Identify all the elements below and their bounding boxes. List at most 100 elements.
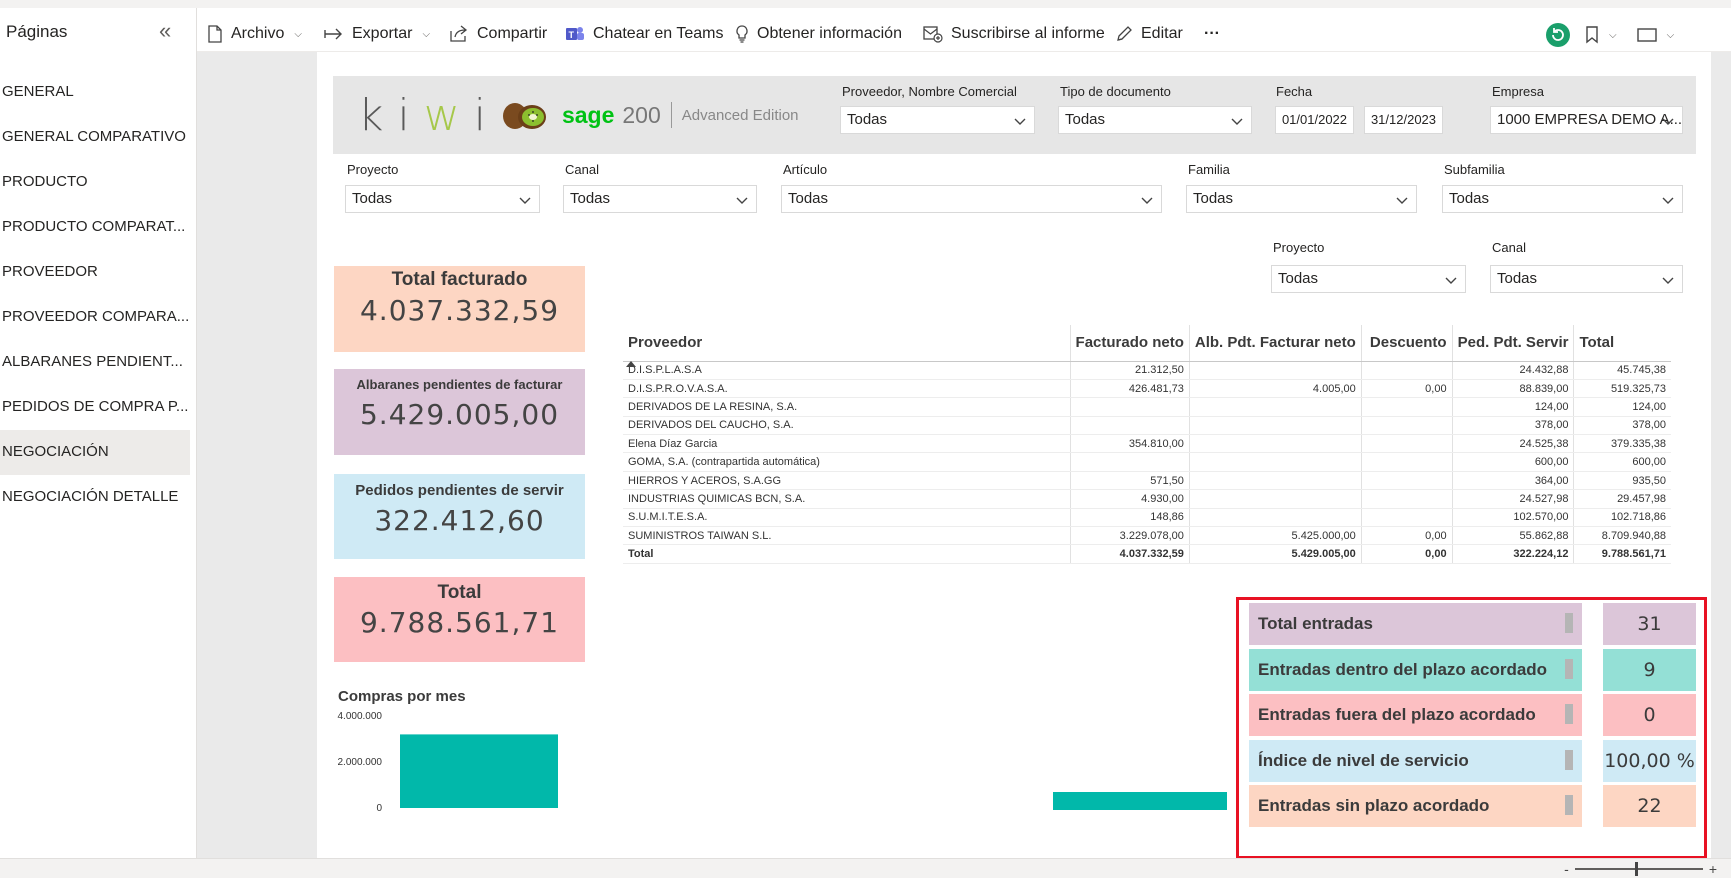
empresa-dropdown[interactable]: 1000 EMPRESA DEMO A... [1490, 106, 1683, 134]
kpi-value: 9.788.561,71 [359, 606, 560, 639]
column-header-ped-pdt-servir[interactable]: Ped. Pdt. Servir [1451, 325, 1574, 362]
canal-label-2: Canal [1492, 240, 1526, 255]
table-cell-value [1069, 416, 1190, 436]
stat-label: Índice de nivel de servicio [1249, 740, 1582, 782]
chevron-down-icon[interactable]: ⌵ [1609, 30, 1617, 41]
compras-por-mes-chart: 4.000.000 2.000.000 0 [338, 711, 558, 814]
proyecto-dropdown-2[interactable]: Todas [1271, 265, 1466, 293]
table-row: S.U.M.I.T.E.S.A. 148,86 102.570,00 102.718,… [623, 508, 1671, 528]
more-options-icon[interactable]: ··· [1204, 22, 1220, 46]
suscribirse-label: Suscribirse al informe [951, 25, 1105, 42]
sage-brand-word: sage [561, 101, 615, 128]
chevron-down-icon: ⌵ [294, 28, 302, 40]
chevron-down-icon [1662, 118, 1674, 125]
chevron-down-icon[interactable]: ⌵ [1667, 30, 1675, 41]
table-cell-value: 426.481,73 [1069, 379, 1190, 399]
exportar-label: Exportar [352, 25, 413, 42]
page-producto-comparativo[interactable]: PRODUCTO COMPARAT... [0, 205, 190, 250]
subfamilia-label: Subfamilia [1444, 162, 1505, 177]
column-header-total[interactable]: Total [1573, 325, 1671, 362]
articulo-dropdown[interactable]: Todas [781, 185, 1162, 213]
table-cell-value: 45.745,38 [1573, 361, 1671, 380]
obtener-informacion-button[interactable]: Obtener información [735, 22, 902, 46]
status-bar: - + [0, 858, 1731, 878]
table-cell-value: 378,00 [1451, 416, 1574, 436]
tipo-documento-dropdown[interactable]: Todas [1058, 106, 1252, 134]
table-row: DERIVADOS DE LA RESINA, S.A. 124,00 124,00 [623, 397, 1671, 417]
table-cell-value: 5.429.005,00 [1188, 544, 1362, 564]
reset-icon[interactable] [1545, 22, 1571, 48]
collapse-pane-icon[interactable]: « [159, 18, 171, 44]
zoom-out-button[interactable]: - [1564, 861, 1569, 877]
canal-dropdown-2[interactable]: Todas [1490, 265, 1683, 293]
table-cell-proveedor: INDUSTRIAS QUIMICAS BCN, S.A. [623, 489, 1071, 509]
proveedor-dropdown[interactable]: Todas [840, 106, 1035, 134]
teams-chat-button[interactable]: T Chatear en Teams [565, 22, 723, 46]
compartir-label: Compartir [477, 25, 548, 42]
stat-bar-marker [1565, 795, 1573, 815]
page-general[interactable]: GENERAL [0, 70, 190, 115]
share-icon [450, 25, 468, 42]
fecha-hasta-input[interactable]: 31/12/2023 [1364, 106, 1443, 134]
exportar-menu[interactable]: Exportar ⌵ [324, 22, 430, 46]
table-cell-value [1360, 489, 1453, 509]
page-negociacion-detalle[interactable]: NEGOCIACIÓN DETALLE [0, 475, 190, 520]
canal-dropdown[interactable]: Todas [563, 185, 757, 213]
table-cell-value: 124,00 [1451, 397, 1574, 417]
column-header-facturado-neto[interactable]: Facturado neto [1069, 325, 1190, 362]
chevron-down-icon: ⌵ [422, 28, 431, 40]
stat-label: Entradas dentro del plazo acordado [1249, 649, 1582, 691]
table-cell-value: 24.432,88 [1451, 361, 1574, 380]
stat-bar-marker [1565, 750, 1573, 770]
sidebar-top-strip [0, 0, 197, 8]
page-proveedor[interactable]: PROVEEDOR [0, 250, 190, 295]
page-negociacion[interactable]: NEGOCIACIÓN [0, 430, 190, 475]
pages-title: Páginas [6, 22, 68, 41]
fecha-label: Fecha [1276, 84, 1313, 99]
zoom-slider[interactable] [1574, 862, 1703, 876]
page-proveedor-comparativo[interactable]: PROVEEDOR COMPARA... [0, 295, 190, 340]
kpi-title: Total [437, 582, 482, 603]
zoom-control: - + [1564, 861, 1717, 877]
stat-label: Total entradas [1249, 603, 1582, 645]
chart-bar[interactable] [400, 734, 558, 808]
column-header-descuento[interactable]: Descuento [1360, 325, 1453, 362]
page-general-comparativo[interactable]: GENERAL COMPARATIVO [0, 115, 190, 160]
column-header-alb-pdt-facturar[interactable]: Alb. Pdt. Facturar neto [1188, 325, 1362, 362]
table-row: D.I.S.P.R.O.V.A.S.A. 426.481,73 4.005,00 0,… [623, 379, 1671, 399]
table-cell-value: 600,00 [1573, 452, 1671, 472]
familia-label: Familia [1188, 162, 1230, 177]
fecha-desde-input[interactable]: 01/01/2022 [1275, 106, 1354, 134]
table-cell-proveedor: Total [623, 544, 1071, 564]
table-cell-value: 571,50 [1069, 471, 1190, 491]
proyecto-label-2: Proyecto [1273, 240, 1325, 255]
articulo-label: Artículo [783, 162, 828, 177]
table-cell-value: 354.810,00 [1069, 434, 1190, 454]
familia-dropdown[interactable]: Todas [1186, 185, 1417, 213]
report-toolbar: Archivo ⌵ Exportar ⌵ Compartir T Chatear… [197, 0, 1731, 52]
view-mode-icon[interactable] [1636, 27, 1657, 43]
page-albaranes-pendientes[interactable]: ALBARANES PENDIENT... [0, 340, 190, 385]
editar-label: Editar [1141, 25, 1183, 42]
zoom-in-button[interactable]: + [1709, 861, 1717, 877]
archivo-menu[interactable]: Archivo ⌵ [207, 22, 302, 46]
kpi-total: Total 9.788.561,71 [334, 577, 585, 662]
column-header-proveedor[interactable]: Proveedor [623, 325, 1071, 367]
y-tick-label: 0 [376, 803, 382, 814]
zoom-thumb[interactable] [1634, 862, 1638, 876]
page-pedidos-compra[interactable]: PEDIDOS DE COMPRA P... [0, 385, 190, 430]
empresa-label: Empresa [1492, 84, 1545, 99]
page-producto[interactable]: PRODUCTO [0, 160, 190, 205]
table-cell-value [1188, 397, 1362, 417]
table-cell-proveedor: Elena Díaz Garcia [623, 434, 1071, 454]
compartir-button[interactable]: Compartir [449, 22, 547, 46]
table-cell-value: 378,00 [1573, 416, 1671, 436]
lightbulb-icon [736, 25, 748, 43]
suscribirse-button[interactable]: Suscribirse al informe [923, 22, 1105, 46]
y-tick-label: 4.000.000 [338, 711, 383, 722]
proyecto-dropdown[interactable]: Todas [345, 185, 540, 213]
editar-button[interactable]: Editar [1115, 22, 1183, 46]
bookmark-icon[interactable] [1585, 26, 1599, 44]
subfamilia-dropdown[interactable]: Todas [1442, 185, 1683, 213]
chevron-down-icon [1014, 118, 1026, 125]
